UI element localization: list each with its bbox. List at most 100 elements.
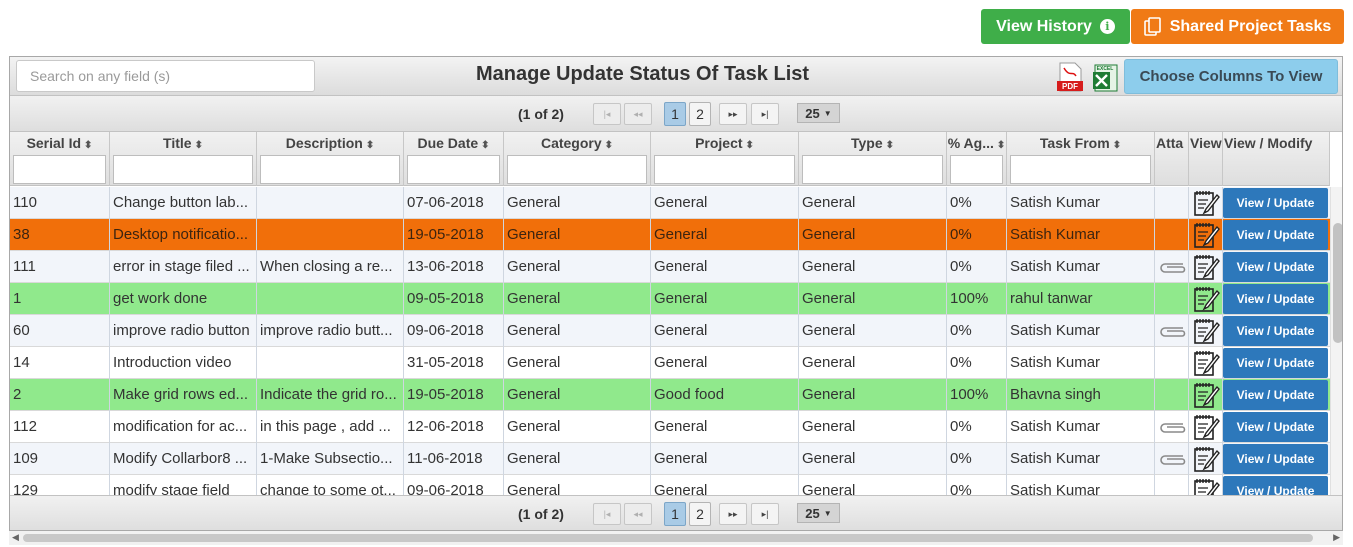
column-header-project[interactable]: Project ⬍ [651,132,799,186]
panel-header: Manage Update Status Of Task List PDF EX… [10,57,1342,96]
view-history-button[interactable]: View History i [981,9,1130,44]
vertical-scrollbar[interactable] [1330,187,1342,495]
table-row[interactable]: 60 improve radio button improve radio butt… [10,315,1330,347]
filter-input-project[interactable] [654,155,795,184]
column-header-title[interactable]: Title ⬍ [110,132,257,186]
choose-columns-button[interactable]: Choose Columns To View [1124,59,1338,94]
page-2-button[interactable]: 2 [689,502,711,526]
paperclip-icon[interactable] [1158,260,1186,274]
table-row[interactable]: 111 error in stage filed ... When closing … [10,251,1330,283]
horizontal-scrollbar[interactable]: ◀ ▶ [9,531,1343,545]
scroll-left-icon[interactable]: ◀ [12,532,19,543]
sort-icon[interactable]: ⬍ [366,140,374,151]
view-update-button[interactable]: View / Update [1223,412,1328,442]
column-header-category[interactable]: Category ⬍ [504,132,651,186]
first-page-button[interactable]: |◂ [593,503,621,525]
table-row[interactable]: 110 Change button lab... 07-06-2018 General… [10,187,1330,219]
table-row[interactable]: 2 Make grid rows ed... Indicate the grid r… [10,379,1330,411]
table-row[interactable]: 129 modify stage field change to some ot..… [10,475,1330,495]
cell-percent-age: 0% [947,443,1007,475]
table-row[interactable]: 112 modification for ac... in this page , … [10,411,1330,443]
view-update-button[interactable]: View / Update [1223,444,1328,474]
column-header-due-date[interactable]: Due Date ⬍ [404,132,504,186]
page-size-select[interactable]: 25 ▼ [797,503,840,523]
page-size-value: 25 [805,105,820,121]
table-row[interactable]: 1 get work done 09-05-2018 General General Ge… [10,283,1330,315]
view-update-button[interactable]: View / Update [1223,348,1328,378]
horizontal-scrollbar-thumb[interactable] [23,534,1313,542]
scroll-right-icon[interactable]: ▶ [1333,532,1340,543]
cell-due-date: 12-06-2018 [404,411,504,443]
filter-input-description[interactable] [260,155,400,184]
view-update-button[interactable]: View / Update [1223,284,1328,314]
sort-icon[interactable]: ⬍ [886,140,894,151]
page-2-button[interactable]: 2 [689,102,711,126]
filter-input-due-date[interactable] [407,155,500,184]
info-icon: i [1099,19,1115,34]
view-update-button[interactable]: View / Update [1223,252,1328,282]
pdf-export-icon[interactable]: PDF [1056,62,1084,92]
sort-icon[interactable]: ⬍ [997,140,1005,151]
cell-serial-id: 60 [10,315,110,347]
page-1-button[interactable]: 1 [664,102,686,126]
sort-icon[interactable]: ⬍ [746,140,754,151]
filter-input-category[interactable] [507,155,647,184]
filter-input-title[interactable] [113,155,253,184]
view-update-button[interactable]: View / Update [1223,380,1328,410]
cell-project: General [651,443,799,475]
edit-note-icon[interactable] [1192,317,1220,345]
filter-input-task-from[interactable] [1010,155,1151,184]
paperclip-icon[interactable] [1158,452,1186,466]
sort-icon[interactable]: ⬍ [84,140,92,151]
view-update-button[interactable]: View / Update [1223,220,1328,250]
sort-icon[interactable]: ⬍ [195,140,203,151]
cell-task-from: Satish Kumar [1007,315,1155,347]
page-1-button[interactable]: 1 [664,502,686,526]
column-header-serial-id[interactable]: Serial Id ⬍ [10,132,110,186]
view-update-button[interactable]: View / Update [1223,316,1328,346]
table-row[interactable]: 38 Desktop notificatio... 19-05-2018 Genera… [10,219,1330,251]
first-page-button[interactable]: |◂ [593,103,621,125]
filter-input-serial-id[interactable] [13,155,106,184]
paperclip-icon[interactable] [1158,420,1186,434]
prev-page-button[interactable]: ◂◂ [624,103,652,125]
edit-note-icon[interactable] [1192,221,1220,249]
last-page-button[interactable]: ▸| [751,503,779,525]
table-row[interactable]: 14 Introduction video 31-05-2018 General Gen… [10,347,1330,379]
sort-icon[interactable]: ⬍ [481,140,489,151]
table-row[interactable]: 109 Modify Collarbor8 ... 1-Make Subsectio… [10,443,1330,475]
next-page-button[interactable]: ▸▸ [719,103,747,125]
page-size-select[interactable]: 25 ▼ [797,103,840,123]
cell-type: General [799,219,947,251]
view-update-button[interactable]: View / Update [1223,188,1328,218]
filter-input-percent-age[interactable] [950,155,1003,184]
column-header-description[interactable]: Description ⬍ [257,132,404,186]
edit-note-icon[interactable] [1192,253,1220,281]
cell-due-date: 07-06-2018 [404,187,504,219]
last-page-button[interactable]: ▸| [751,103,779,125]
prev-page-button[interactable]: ◂◂ [624,503,652,525]
edit-note-icon[interactable] [1192,477,1220,495]
filter-input-type[interactable] [802,155,943,184]
column-header-task-from[interactable]: Task From ⬍ [1007,132,1155,186]
edit-note-icon[interactable] [1192,285,1220,313]
cell-title: Desktop notificatio... [110,219,257,251]
edit-note-icon[interactable] [1192,381,1220,409]
edit-note-icon[interactable] [1192,445,1220,473]
column-header-type[interactable]: Type ⬍ [799,132,947,186]
next-page-button[interactable]: ▸▸ [719,503,747,525]
edit-note-icon[interactable] [1192,189,1220,217]
paperclip-icon[interactable] [1158,324,1186,338]
excel-export-icon[interactable]: EXCEL [1091,62,1119,92]
edit-note-icon[interactable] [1192,349,1220,377]
paginator-bottom: (1 of 2) |◂ ◂◂ 1 2 ▸▸ ▸| 25 ▼ [10,495,1342,530]
column-header-percent-age[interactable]: % Ag... ⬍ [947,132,1007,186]
sort-icon[interactable]: ⬍ [605,140,613,151]
cell-title: modify stage field [110,475,257,495]
edit-note-icon[interactable] [1192,413,1220,441]
search-input[interactable] [16,60,315,92]
shared-project-tasks-button[interactable]: Shared Project Tasks [1131,9,1344,44]
sort-icon[interactable]: ⬍ [1113,140,1121,151]
vertical-scrollbar-thumb[interactable] [1333,223,1342,343]
view-update-button[interactable]: View / Update [1223,476,1328,495]
